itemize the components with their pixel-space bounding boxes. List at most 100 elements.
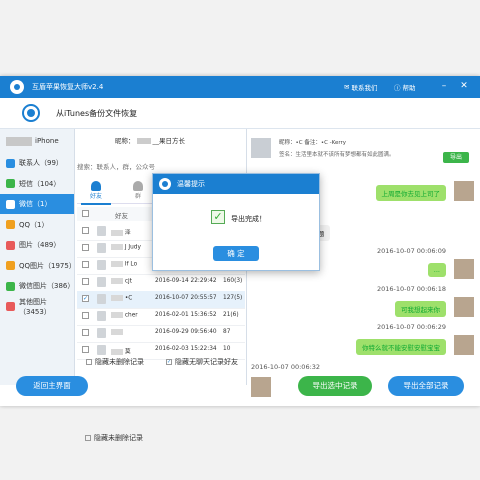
table-row[interactable]: cher 2016-02-01 15:36:52 21(6)	[77, 308, 245, 326]
dialog-ok-button[interactable]: 确 定	[213, 246, 259, 261]
sent-message: ...	[427, 263, 446, 277]
close-button[interactable]: ✕	[458, 80, 470, 92]
row-checkbox[interactable]	[82, 261, 89, 268]
last-date: 2016-02-01 15:36:52	[155, 312, 217, 318]
sender-avatar	[454, 335, 474, 355]
row-checkbox[interactable]: ✓	[82, 295, 89, 302]
sidebar-item[interactable]: 微信图片（386）	[0, 276, 74, 296]
search-input[interactable]	[77, 161, 177, 173]
table-row[interactable]: 2016-09-29 09:56:40 87	[77, 325, 245, 343]
dialog-title: 温馨提示	[177, 180, 205, 188]
sender-avatar	[454, 181, 474, 201]
row-checkbox[interactable]	[82, 312, 89, 319]
sidebar-item-label: 微信（1）	[19, 200, 52, 208]
contact-us-button[interactable]: ✉ 联系我们	[344, 82, 377, 92]
opt-hide-deleted[interactable]: 隐藏未删除记录	[85, 433, 143, 443]
export-all-button[interactable]: 导出全部记录	[388, 376, 464, 396]
friend-avatar	[97, 311, 106, 321]
row-checkbox[interactable]	[82, 244, 89, 251]
itunes-backup-icon	[22, 104, 40, 122]
contact-names: 昵称：•C 备注：•C -Kerry	[279, 140, 347, 146]
dialog-message: 导出完成！	[231, 215, 266, 223]
message-count: 87	[223, 329, 231, 335]
friend-name: cher	[111, 312, 151, 319]
sent-message: 你特么就不能安慰安慰宝宝	[356, 339, 446, 355]
category-icon	[6, 179, 15, 188]
name-redacted	[111, 295, 123, 301]
back-to-main-button[interactable]: 返回主界面	[16, 376, 88, 396]
friend-name: 泽	[111, 227, 151, 236]
help-icon: ⓘ	[394, 84, 401, 92]
name-redacted	[111, 312, 123, 318]
message-timestamp: 2016-10-07 00:06:29	[376, 323, 446, 331]
table-row[interactable]: cjt 2016-09-14 22:29:42 160(3)	[77, 274, 245, 292]
hide-deleted-label: 隐藏未删除记录	[94, 434, 143, 442]
hide-deleted-checkbox[interactable]	[85, 435, 91, 441]
friend-name: •C	[111, 295, 151, 302]
mail-icon: ✉	[344, 83, 350, 91]
friend-avatar	[97, 260, 106, 270]
minimize-button[interactable]: –	[438, 80, 450, 92]
opt-hide-empty[interactable]: ✓ 隐藏无聊天记录好友	[166, 357, 238, 367]
export-chat-button[interactable]: 导出	[443, 152, 469, 163]
name-redacted	[111, 244, 123, 250]
message-timestamp: 2016-10-07 00:06:18	[376, 285, 446, 293]
friend-avatar	[97, 243, 106, 253]
select-all-checkbox[interactable]	[82, 210, 89, 217]
sent-message: 可我想起来你	[395, 301, 446, 317]
row-checkbox[interactable]	[82, 227, 89, 234]
name-redacted	[111, 348, 123, 355]
nickname-suffix: __果日方长	[152, 137, 186, 145]
tab-friends-label: 好友	[89, 193, 102, 200]
nickname-redacted	[136, 138, 151, 144]
sidebar-item[interactable]: 联系人（99）	[0, 153, 74, 173]
sidebar-item[interactable]: 其他图片（3453）	[0, 297, 74, 317]
sidebar-item[interactable]: QQ（1）	[0, 215, 74, 235]
sent-message: 上周是你去见上司了	[375, 185, 446, 201]
tab-groups-label: 群	[134, 193, 141, 200]
message-timestamp: 2016-10-07 00:06:32	[251, 363, 321, 371]
help-button[interactable]: ⓘ 帮助	[394, 82, 416, 92]
sender-avatar	[454, 259, 474, 279]
sidebar-item[interactable]: 微信（1）	[0, 194, 74, 214]
hide-deleted-checkbox-2[interactable]	[86, 359, 92, 365]
message-count: 21(6)	[223, 312, 239, 318]
contact-avatar	[251, 138, 271, 158]
dialog-logo-icon	[159, 178, 171, 190]
sidebar-item[interactable]: QQ图片（1975）	[0, 256, 76, 276]
friend-name: J Judy	[111, 244, 151, 251]
category-icon	[6, 261, 15, 270]
sidebar: iPhone 联系人（99） 短信（104） 微信（1） QQ（1） 图片（489） QQ…	[0, 129, 76, 385]
category-icon	[6, 220, 15, 229]
message-count: 127(5)	[223, 295, 243, 301]
friend-avatar	[97, 345, 106, 355]
category-icon	[6, 281, 15, 291]
sidebar-item[interactable]: 短信（104）	[0, 174, 74, 194]
contact-signature: 签名：生活里本就不该所有梦想都有如此圆满。	[279, 152, 395, 158]
category-icon	[6, 199, 15, 209]
device-item[interactable]: iPhone	[6, 133, 70, 149]
row-checkbox[interactable]	[82, 346, 89, 353]
help-label: 帮助	[402, 84, 416, 92]
message-timestamp: 2016-10-07 00:06:09	[376, 247, 446, 255]
sidebar-item[interactable]: 图片（489）	[0, 235, 74, 255]
hide-empty-checkbox[interactable]: ✓	[166, 359, 172, 365]
sidebar-item-label: QQ图片（1975）	[19, 261, 76, 270]
row-checkbox[interactable]	[82, 329, 89, 336]
last-date: 2016-09-29 09:56:40	[155, 329, 217, 335]
friend-avatar	[97, 277, 106, 287]
name-redacted	[111, 229, 123, 236]
contact-chat-avatar	[251, 377, 271, 397]
export-selected-button[interactable]: 导出选中记录	[298, 376, 372, 396]
account-nickname: 昵称： __果日方长	[115, 135, 185, 145]
row-checkbox[interactable]	[82, 278, 89, 285]
opt-hide-deleted-row[interactable]: 隐藏未删除记录	[86, 357, 144, 367]
contact-us-label: 联系我们	[351, 84, 378, 92]
last-date: 2016-02-03 15:22:34	[155, 346, 217, 352]
tab-groups[interactable]: 群	[123, 179, 153, 203]
friend-avatar	[97, 294, 106, 304]
table-row[interactable]: ✓ •C 2016-10-07 20:55:57 127(5)	[77, 291, 245, 309]
category-icon	[6, 302, 15, 311]
tab-friends[interactable]: 好友	[81, 179, 111, 205]
sidebar-item-label: 图片（489）	[19, 241, 61, 249]
